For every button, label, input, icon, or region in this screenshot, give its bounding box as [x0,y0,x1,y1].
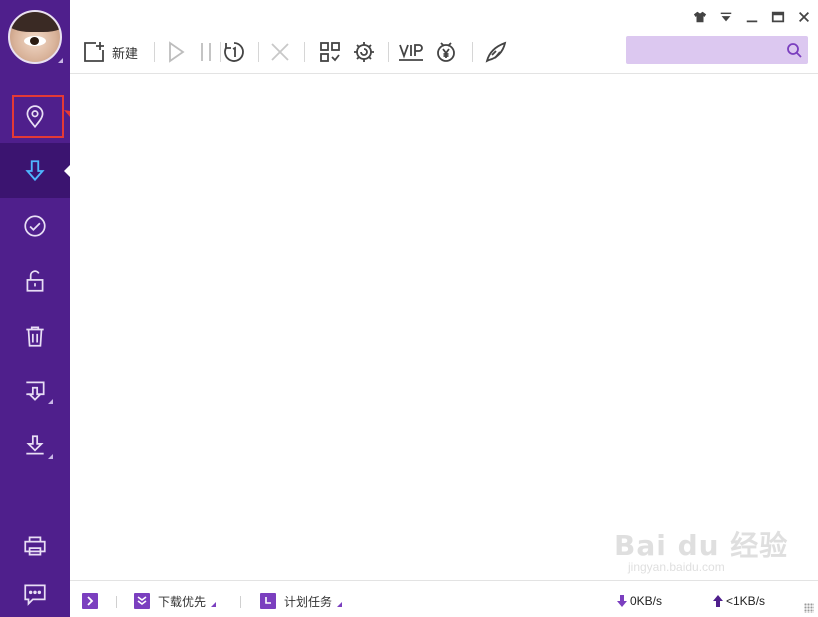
download-arrow-icon [25,159,45,181]
start-button[interactable] [164,38,188,66]
rocket-icon [485,41,507,63]
menu-button[interactable] [718,9,734,25]
new-task-button[interactable]: 新建 [82,38,138,66]
new-file-icon [84,42,104,62]
watermark-url: jingyan.baidu.com [628,560,725,574]
check-circle-icon [24,214,46,237]
submenu-indicator [48,399,53,404]
speed-limit-button[interactable] [222,38,246,66]
settings-gear-icon [354,42,374,62]
skin-button[interactable] [692,9,708,25]
delete-x-icon [271,43,289,61]
sidebar-item-private[interactable] [0,253,70,308]
yen-piggy-icon [437,42,455,62]
search-icon[interactable] [786,42,802,58]
avatar-eye [24,36,46,46]
pause-icon [201,43,211,61]
toolbar-separator [388,42,389,62]
up-arrow-icon [713,595,723,607]
schedule-task-label: 计划任务 [284,594,333,609]
sidebar-item-tray-download[interactable] [0,418,70,473]
avatar-hair [10,12,60,32]
search-input[interactable] [632,40,772,60]
vip-icon [399,44,423,61]
status-bar: 下载优先 计划任务 0KB/s <1KB/s [70,580,818,617]
maximize-icon [771,11,785,23]
sidebar-item-trash[interactable] [0,308,70,363]
close-button[interactable] [796,9,812,25]
watermark-logo: Bai du 经验 [614,529,789,562]
upload-speed: <1KB/s [712,594,765,608]
download-priority-label: 下载优先 [158,594,207,609]
tray-download-icon [26,434,44,454]
toolbar-separator [304,42,305,62]
expand-panel-button[interactable] [82,593,98,609]
printer-icon [24,535,46,556]
app-center-button[interactable] [318,38,342,66]
statusbar-separator [116,596,117,608]
skin-shirt-icon [693,11,707,23]
minimize-button[interactable] [744,9,760,25]
acceleration-button[interactable] [484,38,508,66]
schedule-task-button[interactable]: 计划任务 [260,593,343,609]
sidebar-item-completed[interactable] [0,198,70,253]
vip-button[interactable] [398,38,424,66]
statusbar-separator [240,596,241,608]
window-controls [692,8,812,26]
toolbar-separator [472,42,473,62]
unlock-icon [26,269,44,292]
double-chevron-down-icon [134,593,150,609]
settings-button[interactable] [352,38,376,66]
close-icon [799,12,809,22]
down-arrow-icon [617,595,627,607]
speed-limit-icon [224,42,244,62]
resize-grip[interactable] [804,603,814,613]
download-speed-value: 0KB/s [630,594,663,608]
submenu-indicator [48,454,53,459]
sidebar-item-chat[interactable] [0,566,70,617]
clock-icon [260,593,276,609]
monitor-download-icon [26,380,45,401]
expand-chevron-icon [82,593,98,609]
trash-icon [26,325,44,347]
download-priority-button[interactable]: 下载优先 [134,593,217,609]
dropdown-caret-icon [211,601,217,607]
download-speed: 0KB/s [616,594,662,608]
download-list-area[interactable] [70,75,818,579]
search-box[interactable] [626,36,808,64]
sidebar [0,0,70,617]
avatar-menu-indicator [58,58,63,63]
pause-button[interactable] [194,38,218,66]
minimize-icon [746,20,758,23]
dropdown-caret-icon [337,601,343,607]
avatar[interactable] [8,10,62,64]
toolbar: 新建 [70,30,818,74]
app-grid-icon [320,42,340,62]
wealth-button[interactable] [434,38,458,66]
toolbar-separator [220,42,221,62]
annotation-highlight-box [12,95,64,138]
play-icon [169,41,185,63]
upload-speed-value: <1KB/s [726,594,766,608]
sidebar-item-monitor-download[interactable] [0,363,70,418]
sidebar-item-printer[interactable] [0,518,70,573]
maximize-button[interactable] [770,9,786,25]
menu-icon [720,12,732,22]
chat-icon [24,583,46,606]
toolbar-separator [258,42,259,62]
watermark: Bai du 经验 jingyan.baidu.com [600,520,790,580]
toolbar-separator [154,42,155,62]
new-task-label: 新建 [112,45,139,61]
delete-button[interactable] [268,38,292,66]
